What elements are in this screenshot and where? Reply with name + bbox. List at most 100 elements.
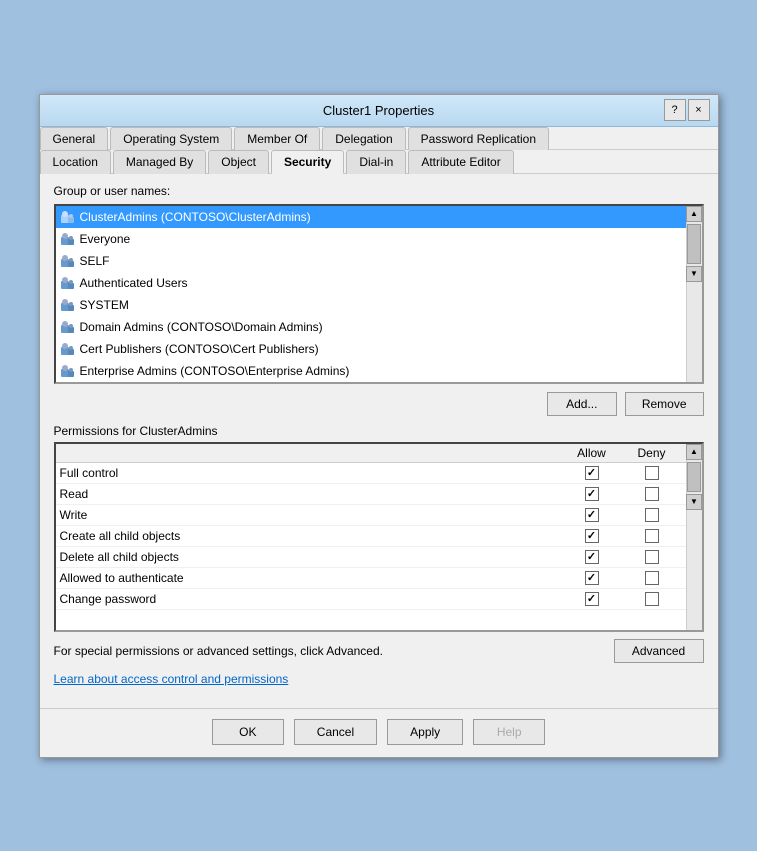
- user-item[interactable]: ClusterAdmins (CONTOSO\ClusterAdmins): [56, 206, 686, 228]
- close-button[interactable]: ×: [688, 99, 710, 121]
- permissions-table-container: Allow Deny Full controlReadWriteCreate a…: [54, 442, 704, 632]
- advanced-button[interactable]: Advanced: [614, 639, 704, 663]
- remove-button[interactable]: Remove: [625, 392, 704, 416]
- perm-scrollbar[interactable]: ▲ ▼: [686, 444, 702, 630]
- tabs-row-1: GeneralOperating SystemMember OfDelegati…: [40, 127, 718, 150]
- add-button[interactable]: Add...: [547, 392, 617, 416]
- user-group-icon: [60, 341, 76, 357]
- deny-checkbox[interactable]: [645, 592, 659, 606]
- ok-button[interactable]: OK: [212, 719, 284, 745]
- user-item[interactable]: Domain Admins (CONTOSO\Domain Admins): [56, 316, 686, 338]
- deny-checkbox[interactable]: [645, 550, 659, 564]
- tabs-row-2: LocationManaged ByObjectSecurityDial-inA…: [40, 150, 718, 174]
- help-button[interactable]: ?: [664, 99, 686, 121]
- perm-allow-cell: [562, 466, 622, 480]
- user-list[interactable]: ClusterAdmins (CONTOSO\ClusterAdmins) Ev…: [56, 206, 686, 382]
- perm-deny-cell: [622, 571, 682, 585]
- cancel-button[interactable]: Cancel: [294, 719, 377, 745]
- perm-name-label: Delete all child objects: [60, 550, 562, 564]
- user-item[interactable]: SYSTEM: [56, 294, 686, 316]
- perm-deny-cell: [622, 466, 682, 480]
- tab-security[interactable]: Security: [271, 150, 344, 174]
- deny-checkbox[interactable]: [645, 508, 659, 522]
- content-area: Group or user names: ClusterAdmins (CONT…: [40, 174, 718, 708]
- permissions-label: Permissions for ClusterAdmins: [54, 424, 704, 438]
- deny-checkbox[interactable]: [645, 487, 659, 501]
- user-item-label: Authenticated Users: [80, 276, 188, 290]
- allow-checkbox[interactable]: [585, 466, 599, 480]
- scroll-down-btn[interactable]: ▼: [686, 266, 702, 282]
- user-item-label: ClusterAdmins (CONTOSO\ClusterAdmins): [80, 210, 311, 224]
- user-item[interactable]: SELF: [56, 250, 686, 272]
- user-group-icon: [60, 253, 76, 269]
- user-group-icon: [60, 231, 76, 247]
- user-item-label: SYSTEM: [80, 298, 129, 312]
- user-group-icon: [60, 319, 76, 335]
- allow-checkbox[interactable]: [585, 592, 599, 606]
- perm-row: Change password: [56, 589, 686, 610]
- user-item[interactable]: Authenticated Users: [56, 272, 686, 294]
- tab-general[interactable]: General: [40, 127, 109, 150]
- perm-name-label: Read: [60, 487, 562, 501]
- user-list-scrollbar[interactable]: ▲ ▼: [686, 206, 702, 382]
- permissions-rows: Full controlReadWriteCreate all child ob…: [56, 463, 686, 610]
- window-title: Cluster1 Properties: [94, 103, 664, 118]
- perm-name-label: Full control: [60, 466, 562, 480]
- perm-deny-cell: [622, 592, 682, 606]
- user-item-label: SELF: [80, 254, 110, 268]
- user-group-icon: [60, 297, 76, 313]
- scroll-up-btn[interactable]: ▲: [686, 206, 702, 222]
- perm-row: Allowed to authenticate: [56, 568, 686, 589]
- learn-link[interactable]: Learn about access control and permissio…: [54, 672, 704, 686]
- perm-allow-cell: [562, 487, 622, 501]
- perm-header: Allow Deny: [56, 444, 686, 463]
- tab-dial-in[interactable]: Dial-in: [346, 150, 406, 174]
- perm-col-name: [60, 446, 562, 460]
- tab-delegation[interactable]: Delegation: [322, 127, 405, 150]
- perm-allow-cell: [562, 508, 622, 522]
- user-item[interactable]: Everyone: [56, 228, 686, 250]
- tab-password-replication[interactable]: Password Replication: [408, 127, 549, 150]
- user-group-icon: [60, 363, 76, 379]
- allow-checkbox[interactable]: [585, 508, 599, 522]
- user-item[interactable]: Enterprise Admins (CONTOSO\Enterprise Ad…: [56, 360, 686, 382]
- properties-window: Cluster1 Properties ? × GeneralOperating…: [39, 94, 719, 758]
- tab-managed-by[interactable]: Managed By: [113, 150, 206, 174]
- perm-allow-cell: [562, 571, 622, 585]
- perm-col-allow: Allow: [562, 446, 622, 460]
- special-perms-text: For special permissions or advanced sett…: [54, 644, 384, 658]
- tab-member-of[interactable]: Member Of: [234, 127, 320, 150]
- allow-checkbox[interactable]: [585, 487, 599, 501]
- allow-checkbox[interactable]: [585, 550, 599, 564]
- deny-checkbox[interactable]: [645, 529, 659, 543]
- help-footer-button: Help: [473, 719, 545, 745]
- user-item-label: Domain Admins (CONTOSO\Domain Admins): [80, 320, 323, 334]
- tab-attribute-editor[interactable]: Attribute Editor: [408, 150, 513, 174]
- perm-scroll-down[interactable]: ▼: [686, 494, 702, 510]
- perm-deny-cell: [622, 508, 682, 522]
- title-bar: Cluster1 Properties ? ×: [40, 95, 718, 127]
- perm-scroll-up[interactable]: ▲: [686, 444, 702, 460]
- allow-checkbox[interactable]: [585, 529, 599, 543]
- scroll-thumb[interactable]: [687, 224, 701, 264]
- advanced-row: For special permissions or advanced sett…: [54, 636, 704, 666]
- permissions-section: Permissions for ClusterAdmins Allow Deny…: [54, 424, 704, 632]
- perm-name-label: Write: [60, 508, 562, 522]
- user-group-icon: [60, 209, 76, 225]
- perm-deny-cell: [622, 550, 682, 564]
- perm-row: Write: [56, 505, 686, 526]
- deny-checkbox[interactable]: [645, 571, 659, 585]
- allow-checkbox[interactable]: [585, 571, 599, 585]
- perm-allow-cell: [562, 592, 622, 606]
- perm-scroll-thumb[interactable]: [687, 462, 701, 492]
- perm-name-label: Change password: [60, 592, 562, 606]
- user-group-icon: [60, 275, 76, 291]
- tab-location[interactable]: Location: [40, 150, 111, 174]
- apply-button[interactable]: Apply: [387, 719, 463, 745]
- tab-object[interactable]: Object: [208, 150, 269, 174]
- perm-allow-cell: [562, 529, 622, 543]
- perm-deny-cell: [622, 487, 682, 501]
- tab-operating-system[interactable]: Operating System: [110, 127, 232, 150]
- deny-checkbox[interactable]: [645, 466, 659, 480]
- user-item[interactable]: Cert Publishers (CONTOSO\Cert Publishers…: [56, 338, 686, 360]
